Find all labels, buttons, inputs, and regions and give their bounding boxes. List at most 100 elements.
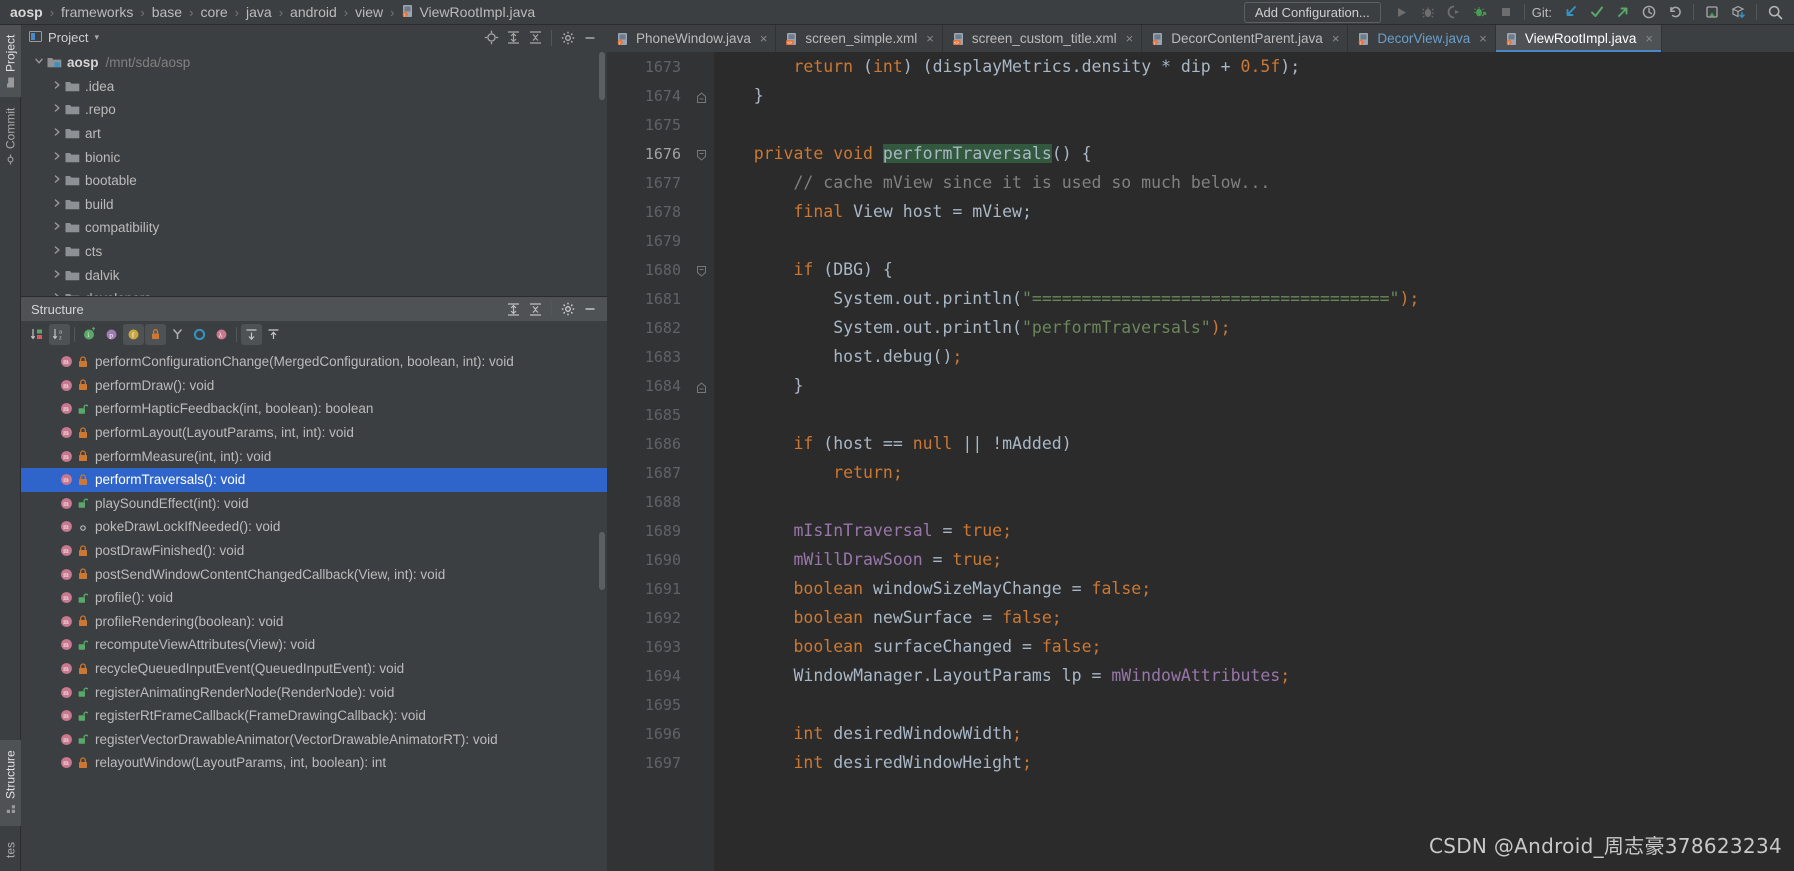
close-icon[interactable]: × xyxy=(926,31,934,46)
sidebar-item-project[interactable]: Project xyxy=(0,25,21,97)
expand-all-icon[interactable] xyxy=(241,323,262,345)
sidebar-item-structure[interactable]: Structure xyxy=(0,740,21,826)
collapse-all-icon[interactable] xyxy=(524,28,546,48)
show-inherited-icon[interactable]: i xyxy=(79,324,100,345)
show-fields-icon[interactable]: f xyxy=(123,323,144,345)
code-line[interactable]: 1695 xyxy=(607,690,1794,719)
code-editor[interactable]: 1673 return (int) (displayMetrics.densit… xyxy=(607,52,1794,871)
structure-item[interactable]: m registerAnimatingRenderNode(RenderNode)… xyxy=(21,680,607,704)
sidebar-item-favorites[interactable]: tes xyxy=(0,829,21,871)
stop-icon[interactable] xyxy=(1493,1,1519,23)
structure-item[interactable]: m recomputeViewAttributes(View): void xyxy=(21,633,607,657)
collapse-all-icon[interactable] xyxy=(263,324,284,345)
chevron-right-icon[interactable] xyxy=(49,103,65,116)
code-line[interactable]: 1673 return (int) (displayMetrics.densit… xyxy=(607,52,1794,81)
chevron-down-icon[interactable]: ▾ xyxy=(94,32,99,43)
editor-tab-decorview-java[interactable]: J DecorView.java × xyxy=(1348,25,1496,52)
sort-alphabetically-icon[interactable]: az xyxy=(49,323,70,345)
bookmark-icon[interactable] xyxy=(1699,1,1725,23)
structure-item[interactable]: m performHapticFeedback(int, boolean): bo… xyxy=(21,397,607,421)
breadcrumb-item-core[interactable]: core xyxy=(198,4,229,20)
fold-end-icon[interactable] xyxy=(693,89,709,105)
fold-start-icon[interactable] xyxy=(693,147,709,163)
breadcrumb-item-view[interactable]: view xyxy=(353,4,385,20)
git-rollback-icon[interactable] xyxy=(1662,1,1688,23)
group-by-interface-icon[interactable] xyxy=(167,324,188,345)
structure-item[interactable]: m registerRtFrameCallback(FrameDrawingCal… xyxy=(21,704,607,728)
expand-all-icon[interactable] xyxy=(502,299,524,319)
code-line[interactable]: 1674 } xyxy=(607,81,1794,110)
sort-by-visibility-icon[interactable] xyxy=(27,324,48,345)
editor-tab-viewrootimpl-java[interactable]: J ViewRootImpl.java × xyxy=(1495,25,1662,52)
code-line[interactable]: 1676 private void performTraversals() { xyxy=(607,139,1794,168)
sidebar-item-commit[interactable]: Commit xyxy=(0,97,21,175)
tree-item-bootable[interactable]: bootable xyxy=(21,169,607,193)
structure-item[interactable]: m pokeDrawLockIfNeeded(): void xyxy=(21,515,607,539)
code-line[interactable]: 1682 System.out.println("performTraversa… xyxy=(607,313,1794,342)
code-line[interactable]: 1690 mWillDrawSoon = true; xyxy=(607,545,1794,574)
breadcrumb-item-java[interactable]: java xyxy=(244,4,274,20)
code-line[interactable]: 1675 xyxy=(607,110,1794,139)
structure-item[interactable]: m profile(): void xyxy=(21,586,607,610)
code-line[interactable]: 1691 boolean windowSizeMayChange = false… xyxy=(607,574,1794,603)
tree-item-build[interactable]: build xyxy=(21,193,607,217)
close-icon[interactable]: × xyxy=(1332,31,1340,46)
tree-item-dot-repo[interactable]: .repo xyxy=(21,98,607,122)
structure-item[interactable]: m postDrawFinished(): void xyxy=(21,539,607,563)
show-lambdas-icon[interactable]: λ xyxy=(211,324,232,345)
show-properties-icon[interactable]: p xyxy=(101,324,122,345)
chevron-right-icon[interactable] xyxy=(49,127,65,140)
breadcrumb-item-frameworks[interactable]: frameworks xyxy=(59,4,135,20)
chevron-right-icon[interactable] xyxy=(49,198,65,211)
editor-tab-decorcontentparent-java[interactable]: J DecorContentParent.java × xyxy=(1142,25,1349,52)
run-with-coverage-icon[interactable] xyxy=(1441,1,1467,23)
git-commit-icon[interactable] xyxy=(1584,1,1610,23)
gear-icon[interactable] xyxy=(557,299,579,319)
tree-item-bionic[interactable]: bionic xyxy=(21,145,607,169)
collapse-all-icon[interactable] xyxy=(524,299,546,319)
code-line[interactable]: 1689 mIsInTraversal = true; xyxy=(607,516,1794,545)
minimize-icon[interactable] xyxy=(579,299,601,319)
breadcrumb-item-viewrootimpl-java[interactable]: J ViewRootImpl.java xyxy=(399,4,537,21)
show-non-public-icon[interactable] xyxy=(145,323,166,345)
structure-scrollbar[interactable] xyxy=(599,532,605,590)
code-line[interactable]: 1688 xyxy=(607,487,1794,516)
structure-item[interactable]: m profileRendering(boolean): void xyxy=(21,610,607,634)
add-configuration-button[interactable]: Add Configuration... xyxy=(1243,1,1381,23)
chevron-right-icon[interactable] xyxy=(49,174,65,187)
minimize-icon[interactable] xyxy=(579,28,601,48)
project-tree[interactable]: aosp/mnt/sda/aosp .idea .repo art bionic boot… xyxy=(21,50,607,338)
structure-item[interactable]: m recycleQueuedInputEvent(QueuedInputEven… xyxy=(21,657,607,681)
tree-item-dot-idea[interactable]: .idea xyxy=(21,75,607,99)
close-icon[interactable]: × xyxy=(1645,31,1653,46)
structure-item[interactable]: m performLayout(LayoutParams, int, int): … xyxy=(21,421,607,445)
code-lines[interactable]: 1673 return (int) (displayMetrics.densit… xyxy=(607,52,1794,871)
editor-tab-screen-simple-xml[interactable]: <> screen_simple.xml × xyxy=(776,25,943,52)
fold-end-icon[interactable] xyxy=(693,379,709,395)
show-anonymous-icon[interactable] xyxy=(189,324,210,345)
code-line[interactable]: 1685 xyxy=(607,400,1794,429)
run-icon[interactable] xyxy=(1389,1,1415,23)
structure-item[interactable]: m playSoundEffect(int): void xyxy=(21,492,607,516)
structure-item[interactable]: m relayoutWindow(LayoutParams, int, boole… xyxy=(21,751,607,775)
fold-start-icon[interactable] xyxy=(693,263,709,279)
code-line[interactable]: 1692 boolean newSurface = false; xyxy=(607,603,1794,632)
tree-item-compatibility[interactable]: compatibility xyxy=(21,216,607,240)
chevron-down-icon[interactable] xyxy=(31,56,47,69)
breadcrumb-item-aosp[interactable]: aosp xyxy=(8,4,45,20)
project-scrollbar[interactable] xyxy=(599,52,605,100)
code-line[interactable]: 1684 } xyxy=(607,371,1794,400)
editor-tab-screen-custom-title-xml[interactable]: <> screen_custom_title.xml × xyxy=(943,25,1143,52)
code-line[interactable]: 1680 if (DBG) { xyxy=(607,255,1794,284)
structure-item[interactable]: m postSendWindowContentChangedCallback(Vi… xyxy=(21,562,607,586)
code-line[interactable]: 1679 xyxy=(607,226,1794,255)
debug-icon[interactable] xyxy=(1415,1,1441,23)
close-icon[interactable]: × xyxy=(1126,31,1134,46)
code-line[interactable]: 1694 WindowManager.LayoutParams lp = mWi… xyxy=(607,661,1794,690)
structure-item[interactable]: m performConfigurationChange(MergedConfig… xyxy=(21,350,607,374)
chevron-right-icon[interactable] xyxy=(49,245,65,258)
tree-item-cts[interactable]: cts xyxy=(21,240,607,264)
chevron-right-icon[interactable] xyxy=(49,221,65,234)
tree-item-art[interactable]: art xyxy=(21,122,607,146)
chevron-right-icon[interactable] xyxy=(49,80,65,93)
